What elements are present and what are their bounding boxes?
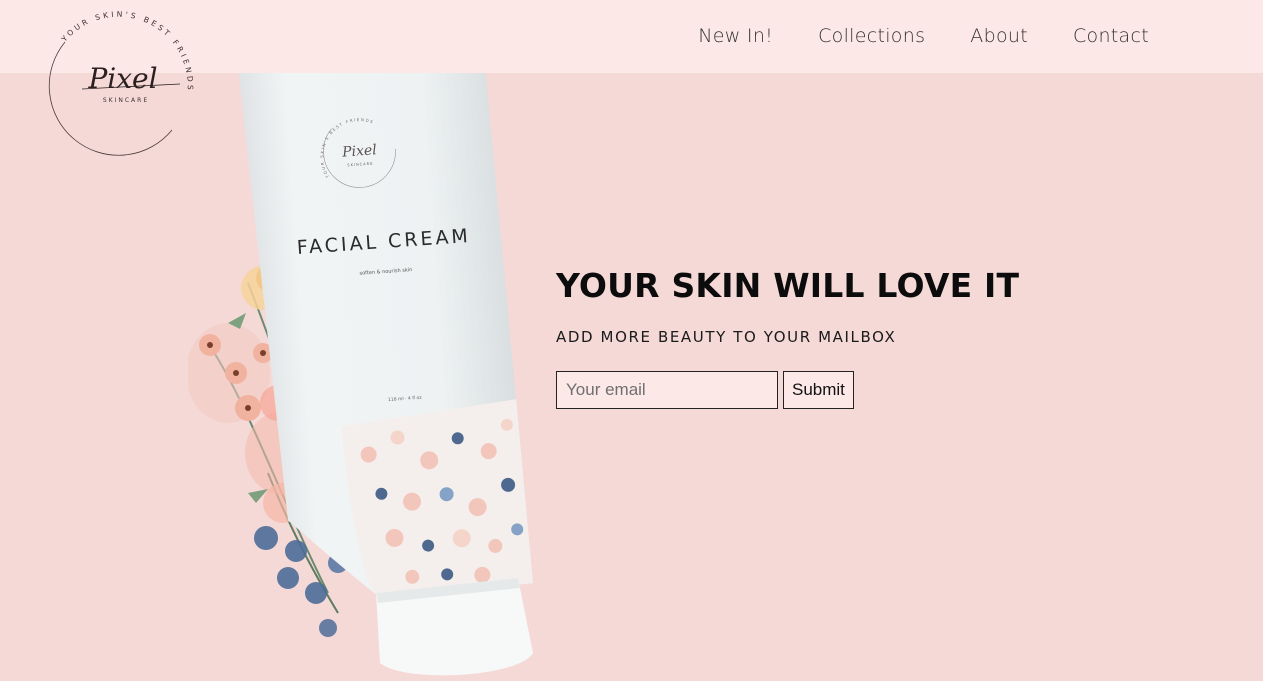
- logo-tagline: SKINCARE: [103, 97, 149, 104]
- hero-title: YOUR SKIN WILL LOVE IT: [556, 266, 1020, 305]
- nav-item-contact[interactable]: Contact: [1073, 25, 1149, 48]
- email-input[interactable]: [556, 371, 778, 409]
- product-image: Pixel SKINCARE YOUR SKIN'S BEST FRIENDS …: [188, 73, 534, 676]
- hero-subtitle: ADD MORE BEAUTY TO YOUR MAILBOX: [556, 328, 897, 346]
- nav-item-new-in[interactable]: New In!: [698, 25, 773, 48]
- newsletter-form: Submit: [556, 371, 1019, 409]
- main-nav: New In! Collections About Contact: [698, 0, 1149, 73]
- hero-section: YOUR SKIN WILL LOVE IT ADD MORE BEAUTY T…: [556, 266, 1019, 409]
- submit-button[interactable]: Submit: [783, 371, 854, 409]
- brand-logo[interactable]: YOUR SKIN'S BEST FRIENDS Pixel SKINCARE: [44, 2, 204, 162]
- tube-logo-wordmark: Pixel: [341, 142, 378, 160]
- logo-wordmark: Pixel: [87, 62, 157, 95]
- nav-item-collections[interactable]: Collections: [818, 25, 925, 48]
- cream-tube: Pixel SKINCARE YOUR SKIN'S BEST FRIENDS …: [238, 73, 534, 597]
- nav-item-about[interactable]: About: [970, 25, 1028, 48]
- tube-cap: [376, 578, 533, 676]
